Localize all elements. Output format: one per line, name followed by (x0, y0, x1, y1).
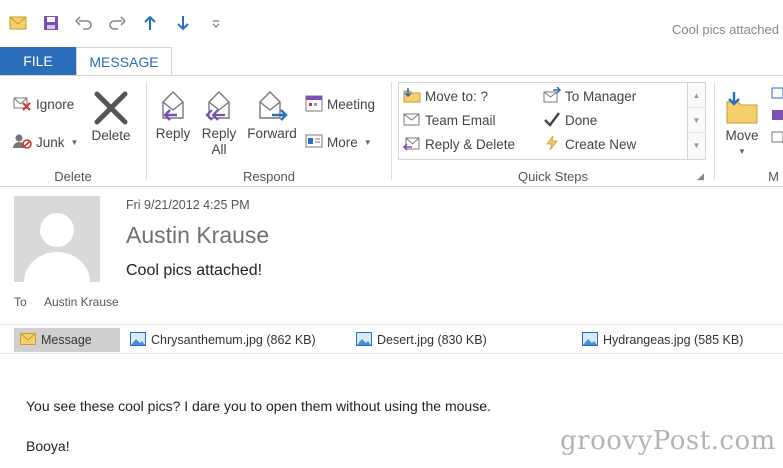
message-date: Fri 9/21/2012 4:25 PM (126, 198, 250, 212)
undo-button[interactable] (74, 14, 94, 32)
done-quick-step[interactable]: Done (543, 111, 597, 130)
attachment-chrysanthemum[interactable]: Chrysanthemum.jpg (862 KB) (124, 328, 322, 352)
tab-message[interactable]: MESSAGE (76, 47, 172, 76)
ignore-button[interactable]: Ignore (12, 94, 74, 115)
respond-group-label: Respond (242, 169, 296, 184)
previous-item-button[interactable] (140, 14, 160, 32)
avatar (14, 196, 100, 282)
sender-name[interactable]: Austin Krause (126, 222, 269, 249)
delete-group: Ignore Junk ▼ Delete Delete (0, 76, 146, 186)
checkmark-icon (543, 111, 561, 130)
move-dropdown-icon[interactable]: ▼ (738, 144, 746, 160)
envelope-icon (20, 332, 36, 348)
quick-steps-gallery: Move to: ? Team Email Reply & Delete To … (398, 82, 706, 160)
respond-group: Reply Reply All Forward Meeting More ▼ R… (147, 76, 391, 186)
gallery-expand-icon[interactable]: ▼ (688, 133, 705, 158)
reply-button[interactable]: Reply (151, 82, 195, 142)
delete-button[interactable]: Delete (88, 84, 134, 144)
quick-steps-scrollbar[interactable]: ▲ ▼ ▼ (687, 83, 705, 159)
meeting-button[interactable]: Meeting (305, 94, 375, 115)
message-subject: Cool pics attached! (126, 262, 263, 279)
move-group-label: M (768, 169, 779, 184)
lightning-icon (543, 135, 561, 154)
redo-button[interactable] (107, 14, 127, 32)
image-file-icon (130, 331, 146, 349)
message-body-line: You see these cool pics? I dare you to o… (26, 398, 491, 414)
quick-access-toolbar (8, 14, 226, 32)
create-new-quick-step[interactable]: Create New (543, 135, 636, 154)
move-group: Move ▼ M (715, 76, 783, 186)
dialog-launcher-icon[interactable]: ◢ (697, 171, 704, 182)
junk-icon (12, 132, 32, 153)
reply-all-button[interactable]: Reply All (197, 82, 241, 158)
watermark: groovyPost.com (560, 426, 776, 456)
reply-delete-icon (402, 135, 421, 154)
to-manager-icon (543, 86, 561, 106)
move-button[interactable]: Move ▼ (719, 84, 765, 160)
tab-file[interactable]: FILE (0, 47, 76, 75)
team-email-icon (403, 111, 421, 130)
image-file-icon (356, 331, 372, 349)
more-respond-icon (305, 132, 323, 153)
attachments-bar: Message Chrysanthemum.jpg (862 KB) Deser… (0, 324, 783, 354)
meeting-calendar-icon (305, 94, 323, 115)
scroll-up-icon[interactable]: ▲ (688, 83, 705, 108)
folder-arrow-icon (403, 87, 421, 106)
reply-all-icon (201, 82, 237, 124)
move-to-quick-step[interactable]: Move to: ? (403, 87, 488, 106)
move-folder-icon (724, 84, 760, 126)
attachment-message[interactable]: Message (14, 328, 120, 352)
ribbon-tabs: FILE MESSAGE (0, 47, 783, 76)
junk-dropdown-icon[interactable]: ▼ (71, 138, 79, 147)
ribbon: Ignore Junk ▼ Delete Delete Reply Reply … (0, 75, 783, 187)
forward-icon (254, 82, 290, 124)
envelope-icon (8, 14, 28, 32)
recipient-name[interactable]: Austin Krause (44, 295, 119, 309)
to-label: To (14, 295, 27, 309)
delete-group-label: Delete (54, 169, 92, 184)
window-title: Cool pics attached (672, 22, 779, 37)
ignore-icon (12, 94, 32, 115)
more-dropdown-icon[interactable]: ▼ (364, 138, 372, 147)
save-button[interactable] (41, 14, 61, 32)
reply-icon (155, 82, 191, 124)
attachment-hydrangeas[interactable]: Hydrangeas.jpg (585 KB) (576, 328, 749, 352)
junk-button[interactable]: Junk ▼ (12, 132, 78, 153)
forward-button[interactable]: Forward (245, 82, 299, 142)
title-bar: Cool pics attached (0, 0, 783, 44)
rules-icon[interactable] (771, 86, 783, 151)
attachment-desert[interactable]: Desert.jpg (830 KB) (350, 328, 493, 352)
message-body-line: Booya! (26, 438, 70, 454)
reply-delete-quick-step[interactable]: Reply & Delete (402, 135, 515, 154)
quick-steps-label: Quick Steps (517, 169, 589, 184)
next-item-button[interactable] (173, 14, 193, 32)
more-respond-button[interactable]: More ▼ (305, 132, 372, 153)
image-file-icon (582, 331, 598, 349)
delete-x-icon (93, 84, 129, 126)
team-email-quick-step[interactable]: Team Email (403, 111, 496, 130)
customize-toolbar-icon[interactable] (206, 14, 226, 32)
scroll-down-icon[interactable]: ▼ (688, 108, 705, 133)
to-manager-quick-step[interactable]: To Manager (543, 86, 636, 106)
